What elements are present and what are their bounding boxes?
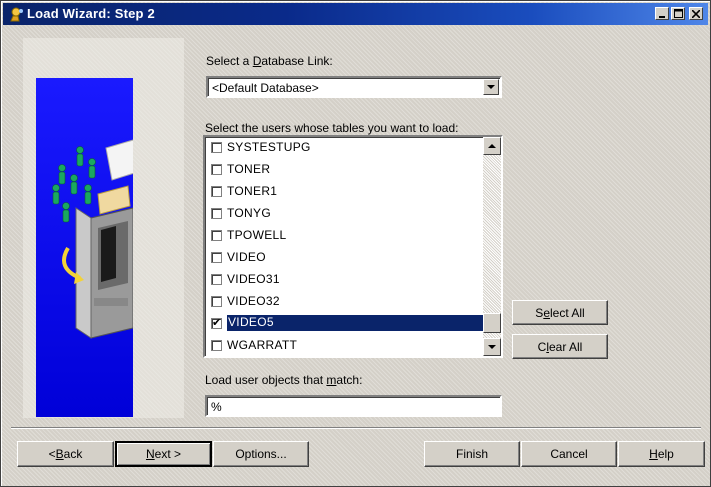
list-item-selected[interactable]: ✔ VIDEO5 <box>207 313 484 335</box>
match-input[interactable]: % <box>205 395 502 417</box>
wizard-illustration <box>36 78 145 417</box>
list-item-label: TONER1 <box>227 184 278 198</box>
list-item[interactable]: SYSTESTUPG <box>207 137 484 159</box>
clear-all-button[interactable]: Cl ear All <box>512 334 608 359</box>
checkbox[interactable] <box>211 186 222 197</box>
options-button[interactable]: Options... <box>213 441 309 467</box>
help-button[interactable]: Help <box>618 441 705 467</box>
list-item[interactable]: VIDEO32 <box>207 291 484 313</box>
list-item[interactable]: WGARRATT <box>207 335 484 356</box>
minimize-button[interactable] <box>655 7 669 20</box>
list-item-label: TONER <box>227 162 271 176</box>
checkbox[interactable] <box>211 208 222 219</box>
back-button[interactable]: < Back <box>17 441 114 467</box>
users-scrollbar[interactable] <box>483 137 501 356</box>
checkbox[interactable] <box>211 252 222 263</box>
checkbox[interactable] <box>211 230 222 241</box>
list-item-label: VIDEO <box>227 250 266 264</box>
list-item-label: VIDEO5 <box>227 315 484 331</box>
database-link-label: Select a Database Link: <box>206 54 333 68</box>
wizard-icon <box>10 7 23 22</box>
finish-button[interactable]: Finish <box>424 441 520 467</box>
maximize-button[interactable] <box>671 7 685 20</box>
checkbox[interactable] <box>211 274 222 285</box>
scroll-thumb[interactable] <box>483 313 501 333</box>
checkmark-icon: ✔ <box>212 317 222 329</box>
window-title: Load Wizard: Step 2 <box>27 6 155 21</box>
match-input-value: % <box>211 400 222 414</box>
database-link-dropdown[interactable]: <Default Database> <box>206 76 502 98</box>
checkbox[interactable] <box>211 296 222 307</box>
arrow-down-icon <box>488 344 496 349</box>
footer-separator <box>11 427 701 429</box>
list-item-label: SYSTESTUPG <box>227 140 311 154</box>
database-load-illustration <box>52 137 145 339</box>
close-button[interactable] <box>689 7 703 20</box>
users-listbox[interactable]: SYSTESTUPG TONER TONER1 TONYG TPOWELL VI… <box>203 135 503 358</box>
checkbox[interactable] <box>211 164 222 175</box>
list-item-label: TONYG <box>227 206 271 220</box>
next-button[interactable]: Next > <box>115 441 212 467</box>
minimize-icon <box>659 15 665 18</box>
list-item-label: VIDEO32 <box>227 294 280 308</box>
checkbox-checked[interactable]: ✔ <box>211 317 222 329</box>
maximize-icon <box>673 9 683 18</box>
list-item[interactable]: TPOWELL <box>207 225 484 247</box>
scroll-down-button[interactable] <box>483 338 501 356</box>
load-wizard-window: Load Wizard: Step 2 Select a Database Li… <box>0 0 711 487</box>
list-item[interactable]: TONYG <box>207 203 484 225</box>
list-item[interactable]: TONER <box>207 159 484 181</box>
scroll-up-button[interactable] <box>483 137 501 155</box>
list-item[interactable]: VIDEO <box>207 247 484 269</box>
list-item-label: TPOWELL <box>227 228 287 242</box>
close-icon <box>692 9 700 18</box>
checkbox[interactable] <box>211 340 222 351</box>
dropdown-button[interactable] <box>483 79 499 95</box>
list-item[interactable]: VIDEO31 <box>207 269 484 291</box>
cancel-button[interactable]: Cancel <box>521 441 617 467</box>
title-bar[interactable]: Load Wizard: Step 2 <box>3 3 708 25</box>
list-item[interactable]: TONER1 <box>207 181 484 203</box>
arrow-up-icon <box>488 143 496 148</box>
list-item-label: VIDEO31 <box>227 272 280 286</box>
list-item-label: WGARRATT <box>227 338 298 352</box>
match-label: Load user objects that match: <box>205 373 363 387</box>
users-label: Select the users whose tables you want t… <box>205 121 459 135</box>
database-link-value: <Default Database> <box>212 81 319 95</box>
chevron-down-icon <box>487 84 495 89</box>
select-all-button[interactable]: Se lect All <box>512 300 608 325</box>
checkbox[interactable] <box>211 142 222 153</box>
